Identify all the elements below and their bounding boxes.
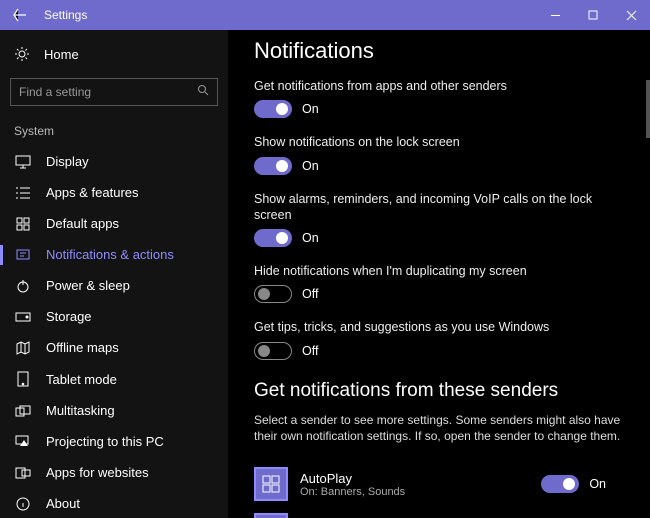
sidebar-item-apps-websites[interactable]: Apps for websites	[0, 457, 228, 488]
info-icon	[14, 497, 32, 511]
senders-title: Get notifications from these senders	[254, 380, 624, 402]
setting-alarms-lock: Show alarms, reminders, and incoming VoI…	[254, 191, 624, 248]
grid-icon	[14, 217, 32, 231]
maximize-button[interactable]	[574, 0, 612, 30]
sidebar-item-tablet-mode[interactable]: Tablet mode	[0, 363, 228, 395]
back-button[interactable]	[0, 0, 40, 30]
home-nav[interactable]: Home	[0, 40, 228, 68]
sender-calendar[interactable]: CalendarOn: Banners, Sounds On	[254, 507, 624, 518]
scrollbar-thumb[interactable]	[646, 80, 650, 138]
toggle-sender-autoplay[interactable]	[541, 475, 579, 493]
content-area: Notifications Get notifications from app…	[228, 30, 650, 518]
sidebar-item-notifications[interactable]: Notifications & actions	[0, 239, 228, 270]
nav-list: Display Apps & features Default apps Not…	[0, 146, 228, 518]
sidebar-item-multitasking[interactable]: Multitasking	[0, 395, 228, 426]
minimize-button[interactable]	[536, 0, 574, 30]
tablet-icon	[14, 371, 32, 387]
sidebar-item-storage[interactable]: Storage	[0, 301, 228, 332]
project-icon	[14, 435, 32, 449]
toggle-tips[interactable]	[254, 342, 292, 360]
search-box[interactable]	[10, 78, 218, 106]
map-icon	[14, 341, 32, 355]
gear-icon	[14, 46, 32, 62]
sidebar-item-power-sleep[interactable]: Power & sleep	[0, 270, 228, 301]
setting-tips: Get tips, tricks, and suggestions as you…	[254, 319, 624, 359]
section-label: System	[0, 120, 228, 146]
sidebar-item-display[interactable]: Display	[0, 146, 228, 177]
sidebar-item-projecting[interactable]: Projecting to this PC	[0, 426, 228, 457]
close-button[interactable]	[612, 0, 650, 30]
list-icon	[14, 186, 32, 200]
toggle-get-notifications[interactable]	[254, 100, 292, 118]
home-label: Home	[44, 47, 79, 62]
senders-desc: Select a sender to see more settings. So…	[254, 412, 624, 446]
sender-autoplay[interactable]: AutoPlayOn: Banners, Sounds On	[254, 461, 624, 507]
autoplay-icon	[254, 467, 288, 501]
toggle-alarms-lock[interactable]	[254, 229, 292, 247]
link-icon	[14, 467, 32, 479]
multitask-icon	[14, 405, 32, 417]
power-icon	[14, 279, 32, 293]
sidebar-item-default-apps[interactable]: Default apps	[0, 208, 228, 239]
toggle-hide-duplicating[interactable]	[254, 285, 292, 303]
search-icon	[197, 83, 209, 101]
calendar-icon	[254, 513, 288, 518]
display-icon	[14, 155, 32, 169]
sidebar-item-apps-features[interactable]: Apps & features	[0, 177, 228, 208]
setting-get-notifications: Get notifications from apps and other se…	[254, 78, 624, 118]
search-input[interactable]	[19, 85, 197, 99]
sidebar-item-offline-maps[interactable]: Offline maps	[0, 332, 228, 363]
sidebar-item-about[interactable]: About	[0, 488, 228, 518]
setting-lock-screen: Show notifications on the lock screen On	[254, 134, 624, 174]
page-title: Notifications	[254, 38, 624, 64]
setting-hide-duplicating: Hide notifications when I'm duplicating …	[254, 263, 624, 303]
titlebar: Settings	[0, 0, 650, 30]
window-title: Settings	[40, 8, 87, 22]
notification-icon	[14, 248, 32, 262]
storage-icon	[14, 312, 32, 322]
sidebar: Home System Display Apps & features Defa…	[0, 30, 228, 518]
toggle-lock-screen[interactable]	[254, 157, 292, 175]
